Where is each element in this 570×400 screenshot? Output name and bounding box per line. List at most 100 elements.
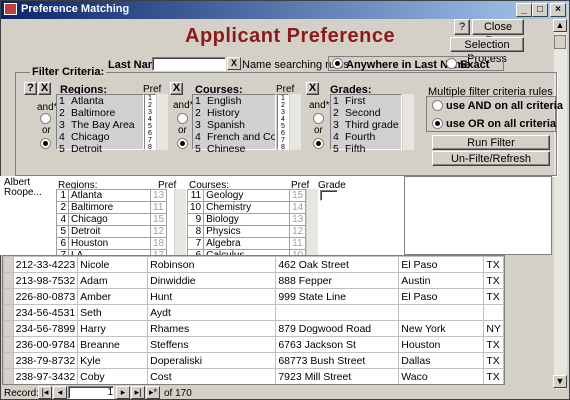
- filter-list-item[interactable]: 4 Fourth: [331, 131, 401, 143]
- row-selector[interactable]: [3, 320, 14, 337]
- sub-cell-n: 7: [186, 237, 205, 250]
- filter-list-item[interactable]: 1 English: [193, 95, 275, 107]
- row-selector[interactable]: [3, 304, 14, 321]
- table-row[interactable]: 239-67-8932KyleRago67773 YoungstonHousto…: [4, 385, 504, 386]
- last-name-input[interactable]: [152, 57, 226, 71]
- table-row[interactable]: 234-56-7899 Harry Rhames 879 Dogwood Road Ne…: [3, 320, 504, 337]
- sub-row[interactable]: 1 Atlanta 13: [56, 189, 168, 202]
- sub-row[interactable]: 11 Geology 15: [186, 189, 307, 202]
- row-selector[interactable]: [4, 385, 14, 386]
- grades-scrollbar[interactable]: [402, 94, 414, 150]
- filter-list-item[interactable]: 3 Spanish: [193, 119, 275, 131]
- row-selector[interactable]: [3, 288, 14, 305]
- courses-list[interactable]: 1 English 2 History 3 Spanish 4 French and Co 5 C…: [192, 94, 276, 155]
- regions-list[interactable]: 1 Atlanta 2 Baltimore 3 The Bay Area 4 Chicago 5…: [56, 94, 144, 155]
- courses-or-radio[interactable]: [177, 138, 188, 149]
- scroll-thumb[interactable]: [554, 35, 566, 49]
- sub-cell-n: 9: [186, 213, 205, 226]
- pref-number: 8: [281, 144, 285, 151]
- record-number-input[interactable]: [68, 386, 114, 399]
- selection-process-button[interactable]: Selection Process: [450, 37, 524, 65]
- first-record-icon[interactable]: |◂: [38, 386, 52, 399]
- cell-addr: 888 Fepper: [275, 272, 400, 289]
- row-selector[interactable]: [3, 368, 14, 384]
- table-row[interactable]: 238-97-3432 Coby Cost 7923 Mill Street Waco T…: [3, 368, 504, 384]
- filter-list-item[interactable]: 4 Chicago: [57, 131, 143, 143]
- filter-clear-button[interactable]: X: [38, 82, 51, 95]
- scroll-down-icon[interactable]: ▼: [553, 375, 567, 388]
- new-record-icon[interactable]: ▸*: [146, 386, 160, 399]
- regions-pref-list[interactable]: 12345678: [144, 94, 156, 151]
- sub-cell-n: 11: [186, 189, 205, 202]
- regions-clear-button[interactable]: X: [170, 82, 183, 95]
- sub-courses-scrollbar[interactable]: [306, 189, 318, 255]
- row-selector[interactable]: [3, 352, 14, 369]
- cell-phone: 239-67-8932: [13, 385, 78, 386]
- courses-and-radio[interactable]: [177, 113, 188, 124]
- minimize-icon[interactable]: _: [516, 3, 532, 17]
- filter-help-button[interactable]: ?: [24, 82, 37, 95]
- sub-row[interactable]: 4 Chicago 15: [56, 213, 168, 226]
- item-number: 3: [59, 119, 65, 131]
- filter-list-item[interactable]: 5 Chinese: [193, 143, 275, 155]
- use-and-radio[interactable]: [432, 100, 443, 111]
- table-row[interactable]: 236-00-9784 Breanne Steffens 6763 Jackson S…: [3, 336, 504, 353]
- courses-scrollbar[interactable]: [289, 94, 301, 150]
- row-selector[interactable]: [3, 336, 14, 353]
- sub-cell-v: Algebra: [203, 237, 291, 250]
- sub-cell-v: Biology: [203, 213, 291, 226]
- sub-row[interactable]: 7 Algebra 11: [186, 237, 307, 250]
- close-form-button[interactable]: Close Form: [472, 19, 524, 47]
- filter-list-item[interactable]: 3 Third grade: [331, 119, 401, 131]
- filter-list-item[interactable]: 5 Fifth: [331, 143, 401, 155]
- prev-record-icon[interactable]: ◂: [53, 386, 67, 399]
- courses-pref-list[interactable]: 12345678: [277, 94, 289, 151]
- window-title: Preference Matching: [1, 1, 567, 19]
- table-row[interactable]: 212-33-4223 Nicole Robinson 462 Oak Street E…: [3, 256, 504, 273]
- exact-radio[interactable]: [446, 58, 457, 69]
- close-icon[interactable]: ×: [550, 3, 566, 17]
- pref-number: 7: [148, 137, 152, 144]
- item-number: 3: [195, 119, 201, 131]
- filter-list-item[interactable]: 1 First: [331, 95, 401, 107]
- filter-list-item[interactable]: 3 The Bay Area: [57, 119, 143, 131]
- table-row[interactable]: 238-79-8732 Kyle Doperaliski 68773 Bush Str…: [3, 352, 504, 369]
- unfilter-button[interactable]: Un-Filte/Refresh: [432, 151, 550, 166]
- grades-and-radio[interactable]: [313, 113, 324, 124]
- sub-row[interactable]: 8 Physics 12: [186, 225, 307, 238]
- filter-list-item[interactable]: 1 Atlanta: [57, 95, 143, 107]
- last-record-icon[interactable]: ▸|: [131, 386, 145, 399]
- sub-grade-field[interactable]: [320, 190, 338, 201]
- regions-scrollbar[interactable]: [156, 94, 168, 150]
- regions-and-radio[interactable]: [40, 113, 51, 124]
- sub-regions-scrollbar[interactable]: [174, 189, 186, 255]
- courses-clear-button[interactable]: X: [306, 82, 319, 95]
- grades-list[interactable]: 1 First 2 Second 3 Third grade 4 Fourth 5 Fifth: [330, 94, 402, 155]
- row-selector[interactable]: [3, 256, 14, 273]
- use-or-radio[interactable]: [432, 118, 443, 129]
- table-row[interactable]: 234-56-4531 Seth Aydt: [3, 304, 504, 321]
- sub-row[interactable]: 6 Houston 18: [56, 237, 168, 250]
- table-row[interactable]: 226-80-0873 Amber Hunt 999 State Line El Pas…: [3, 288, 504, 305]
- anywhere-radio[interactable]: [332, 58, 343, 69]
- filter-list-item[interactable]: 2 Second: [331, 107, 401, 119]
- regions-or-radio[interactable]: [40, 138, 51, 149]
- clear-name-button[interactable]: X: [227, 57, 241, 70]
- sub-cell-v: Houston: [68, 237, 151, 250]
- filter-list-item[interactable]: 2 History: [193, 107, 275, 119]
- scroll-up-icon[interactable]: ▲: [553, 19, 567, 32]
- sub-row[interactable]: 9 Biology 13: [186, 213, 307, 226]
- next-record-icon[interactable]: ▸: [116, 386, 130, 399]
- table-row[interactable]: 213-98-7532 Adam Dinwiddie 888 Fepper Austin…: [3, 272, 504, 289]
- sub-row[interactable]: 10 Chemistry 14: [186, 201, 307, 214]
- filter-list-item[interactable]: 2 Baltimore: [57, 107, 143, 119]
- run-filter-button[interactable]: Run Filter: [432, 135, 550, 150]
- row-selector[interactable]: [3, 272, 14, 289]
- filter-list-item[interactable]: 4 French and Co: [193, 131, 275, 143]
- filter-list-item[interactable]: 5 Detroit: [57, 143, 143, 155]
- sub-row[interactable]: 2 Baltimore 11: [56, 201, 168, 214]
- sub-row[interactable]: 5 Detroit 12: [56, 225, 168, 238]
- help-button[interactable]: ?: [454, 19, 470, 35]
- maximize-icon[interactable]: □: [532, 3, 548, 17]
- grades-or-radio[interactable]: [313, 138, 324, 149]
